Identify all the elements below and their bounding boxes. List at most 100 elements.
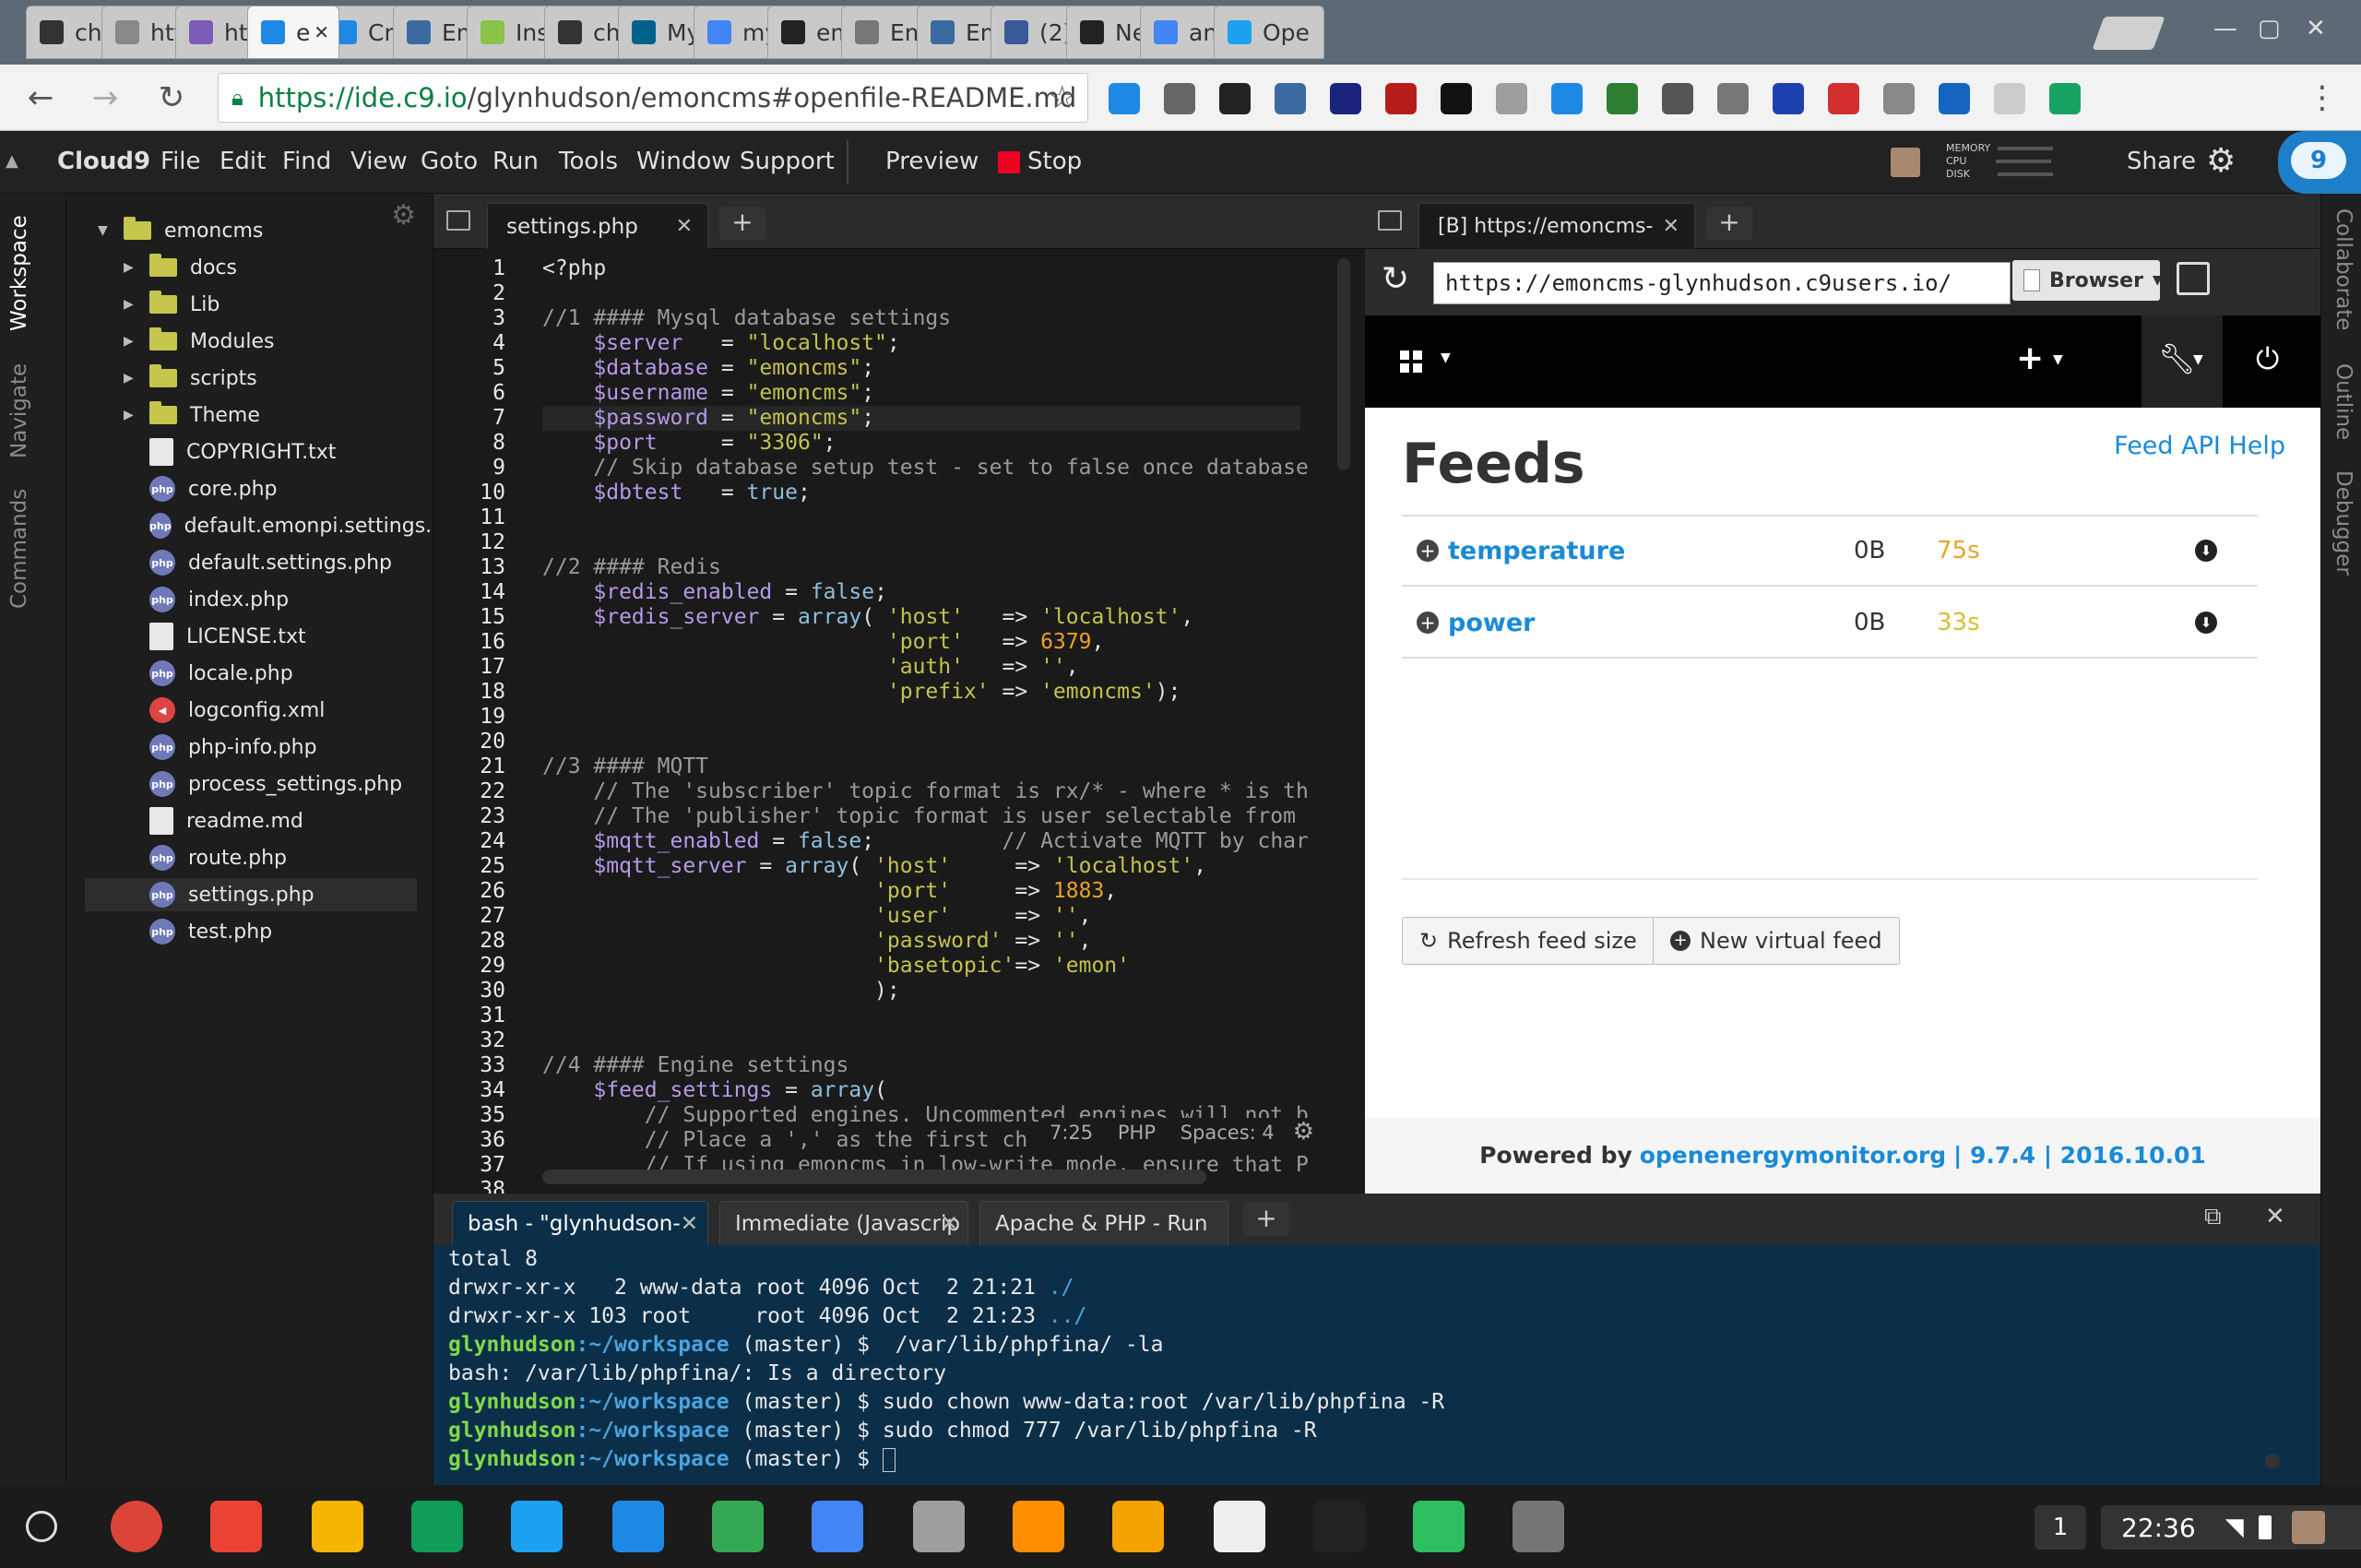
hangouts-icon[interactable]: [411, 1501, 463, 1552]
table-row[interactable]: + temperature 0B 75s ⬇: [1402, 517, 2258, 587]
new-tab-button[interactable]: [2092, 17, 2165, 50]
onenote-icon[interactable]: [1330, 83, 1361, 114]
close-window-icon[interactable]: ✕: [2306, 15, 2326, 42]
tree-file[interactable]: php default.settings.php: [149, 546, 426, 579]
notification-count[interactable]: 1: [2035, 1505, 2086, 1550]
pushbullet-icon[interactable]: [1607, 83, 1638, 114]
pocket-icon[interactable]: [1164, 83, 1195, 114]
tree-folder[interactable]: ▶ Theme: [124, 398, 428, 432]
sync-icon[interactable]: [1551, 83, 1583, 114]
forward-icon[interactable]: →: [83, 76, 127, 120]
settings-icon[interactable]: [1513, 1501, 1564, 1552]
browser-tab[interactable]: Ope: [1214, 6, 1324, 59]
footer-link[interactable]: openenergymonitor.org: [1640, 1142, 1946, 1169]
close-immediate-tab-icon[interactable]: ✕: [941, 1212, 958, 1236]
close-preview-tab-icon[interactable]: ✕: [1663, 215, 1679, 238]
stop-sign-icon[interactable]: [1828, 83, 1859, 114]
maps-icon[interactable]: [712, 1501, 764, 1552]
tree-file[interactable]: php process_settings.php: [149, 767, 426, 801]
preview-url-input[interactable]: https://emoncms-glynhudson.c9users.io/: [1433, 262, 2011, 304]
apps-grid-icon[interactable]: [1400, 350, 1422, 373]
cloud9-logo[interactable]: 9: [2278, 131, 2361, 194]
tree-file[interactable]: php route.php: [149, 841, 426, 874]
menu-view[interactable]: View: [350, 148, 408, 175]
stop-button[interactable]: Stop: [1027, 148, 1082, 175]
tree-file[interactable]: php locale.php: [149, 657, 426, 690]
indent-setting[interactable]: Spaces: 4: [1180, 1122, 1275, 1144]
tab-settings-php[interactable]: settings.php ✕: [487, 203, 708, 249]
popout-icon[interactable]: [2177, 262, 2210, 295]
tree-root[interactable]: ▼ emoncms: [98, 214, 263, 247]
stop-icon[interactable]: [998, 151, 1020, 173]
reload-icon[interactable]: ↻: [149, 76, 194, 120]
download-icon[interactable]: ⬇: [2195, 612, 2217, 634]
tab-workspace[interactable]: Workspace: [7, 208, 59, 338]
close-tab-icon[interactable]: ✕: [676, 215, 693, 238]
lastpass-icon[interactable]: [1275, 83, 1306, 114]
gmail-icon[interactable]: [210, 1501, 262, 1552]
vertical-scrollbar[interactable]: [1337, 258, 1350, 470]
tab-debugger[interactable]: Debugger: [2331, 470, 2355, 576]
bookmark-star-icon[interactable]: ☆: [1049, 79, 1076, 116]
terminal-output[interactable]: total 8 drwxr-xr-x 2 www-data root 4096 O…: [448, 1245, 2293, 1481]
status-gear-icon[interactable]: ⚙: [1293, 1118, 1314, 1146]
menu-cloud9[interactable]: Cloud9: [57, 148, 150, 175]
apps-caret-icon[interactable]: ▼: [1441, 350, 1451, 365]
tree-file[interactable]: php core.php: [149, 472, 426, 505]
chrome-menu-icon[interactable]: ⋮: [2300, 76, 2344, 120]
inbox-icon[interactable]: [1717, 83, 1749, 114]
expand-feed-icon[interactable]: +: [1417, 540, 1439, 562]
expand-feed-icon[interactable]: +: [1417, 612, 1439, 634]
feed-api-help-link[interactable]: Feed API Help: [2114, 432, 2285, 460]
tab-bash[interactable]: bash - "glynhudson- ✕: [452, 1201, 708, 1245]
cursor-position[interactable]: 7:25: [1050, 1122, 1093, 1144]
files-icon[interactable]: [612, 1501, 664, 1552]
tree-folder[interactable]: ▶ docs: [124, 251, 428, 284]
tree-file[interactable]: readme.md: [149, 804, 426, 837]
git-icon[interactable]: [1219, 83, 1251, 114]
share-button[interactable]: Share: [2127, 148, 2196, 175]
refresh-feed-size-button[interactable]: ↻ Refresh feed size: [1402, 917, 1655, 965]
language-mode[interactable]: PHP: [1118, 1122, 1156, 1144]
url-field[interactable]: 🔒︎ https://ide.c9.io/glynhudson/emoncms#…: [218, 73, 1088, 123]
tree-file[interactable]: php index.php: [149, 583, 426, 616]
new-preview-tab-button[interactable]: +: [1706, 207, 1752, 240]
restore-pane-icon[interactable]: ⧉: [2204, 1203, 2222, 1231]
new-virtual-feed-button[interactable]: + New virtual feed: [1653, 917, 1900, 965]
tab-outline[interactable]: Outline: [2331, 363, 2355, 440]
tree-file[interactable]: COPYRIGHT.txt: [149, 435, 426, 469]
menu-edit[interactable]: Edit: [219, 148, 266, 175]
tree-folder[interactable]: ▶ Modules: [124, 325, 428, 358]
keep-icon[interactable]: [312, 1501, 363, 1552]
markdown-icon[interactable]: [1214, 1501, 1265, 1552]
vpn-icon[interactable]: [1939, 83, 1970, 114]
chrome-icon[interactable]: [111, 1501, 162, 1552]
code-area[interactable]: <?php //1 #### Mysql database settings $s…: [542, 251, 1335, 1194]
tree-folder[interactable]: ▶ scripts: [124, 362, 428, 395]
stylus-icon[interactable]: [1441, 83, 1472, 114]
home-icon[interactable]: [913, 1501, 965, 1552]
music-icon[interactable]: [1013, 1501, 1064, 1552]
collapse-arrow-icon[interactable]: ▲: [6, 151, 18, 171]
tree-file[interactable]: php test.php: [149, 915, 426, 948]
feed-name[interactable]: temperature: [1448, 537, 1854, 565]
status-tray[interactable]: 22:36 ◥: [2101, 1505, 2361, 1550]
tree-file[interactable]: php php-info.php: [149, 731, 426, 764]
tree-file[interactable]: php settings.php: [85, 878, 417, 911]
color-icon[interactable]: [1385, 83, 1417, 114]
new-editor-tab-button[interactable]: +: [719, 207, 765, 240]
caret-icon[interactable]: [1112, 1501, 1164, 1552]
preview-menu[interactable]: Preview: [885, 148, 979, 175]
menu-file[interactable]: File: [160, 148, 201, 175]
cast-icon[interactable]: [1109, 83, 1140, 114]
add-caret-icon[interactable]: ▼: [2053, 352, 2063, 367]
back-icon[interactable]: ←: [18, 76, 63, 120]
bookmark-icon[interactable]: [1662, 83, 1693, 114]
terminal-icon[interactable]: [1313, 1501, 1365, 1552]
tree-file[interactable]: LICENSE.txt: [149, 620, 426, 653]
menu-lines-icon[interactable]: [1994, 83, 2025, 114]
twitter-icon[interactable]: [511, 1501, 563, 1552]
menu-window[interactable]: Window: [636, 148, 731, 175]
feed-name[interactable]: power: [1448, 609, 1854, 637]
browser-tab[interactable]: e ✕: [247, 6, 339, 59]
